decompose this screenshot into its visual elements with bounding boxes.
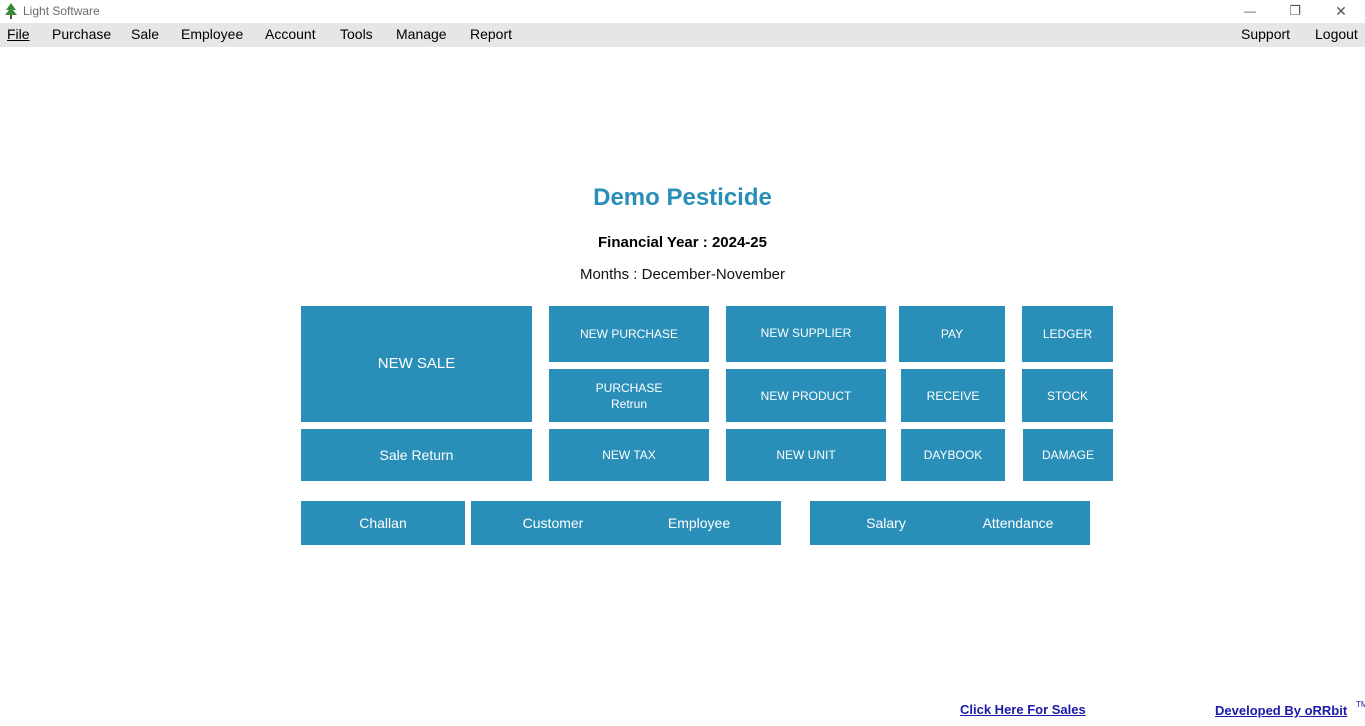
new-tax-label: NEW TAX: [602, 448, 656, 462]
restore-icon: ❐: [1289, 3, 1301, 18]
menu-account[interactable]: Account: [265, 26, 316, 42]
receive-button[interactable]: RECEIVE: [901, 369, 1005, 422]
menu-report[interactable]: Report: [470, 26, 512, 42]
damage-label: DAMAGE: [1041, 448, 1094, 462]
company-name: Demo Pesticide: [593, 184, 772, 211]
stock-label: STOCK: [1046, 388, 1089, 403]
new-sale-button[interactable]: NEW SALE: [301, 306, 532, 422]
tree-icon: [5, 3, 17, 19]
menu-support[interactable]: Support: [1241, 26, 1290, 42]
minimize-icon: —: [1244, 4, 1256, 18]
customer-label: Customer: [522, 515, 584, 531]
purchase-return-label-line2: Retrun: [610, 396, 648, 411]
menu-manage[interactable]: Manage: [396, 26, 447, 42]
challan-label: Challan: [359, 515, 407, 531]
months-range: Months : December-November: [579, 266, 786, 283]
ledger-label: LEDGER: [1042, 327, 1093, 341]
new-purchase-label: NEW PURCHASE: [579, 327, 678, 341]
menu-logout[interactable]: Logout: [1315, 26, 1358, 42]
menu-sale[interactable]: Sale: [131, 26, 159, 42]
pay-button[interactable]: PAY: [899, 306, 1005, 362]
customer-button[interactable]: Customer: [471, 501, 635, 545]
menu-purchase[interactable]: Purchase: [52, 26, 111, 42]
attendance-label: Attendance: [982, 515, 1054, 531]
stock-button[interactable]: STOCK: [1022, 369, 1113, 422]
new-product-label: NEW PRODUCT: [760, 388, 852, 403]
pay-label: PAY: [940, 327, 964, 341]
title-bar: Light Software — ❐ ✕: [0, 0, 1365, 23]
menu-file[interactable]: File: [7, 26, 30, 42]
purchase-return-button[interactable]: PURCHASE Retrun: [549, 369, 709, 422]
employee-button[interactable]: Employee: [617, 501, 781, 545]
menu-employee[interactable]: Employee: [181, 26, 243, 42]
salary-button[interactable]: Salary: [810, 501, 962, 545]
purchase-return-label-line1: PURCHASE: [595, 380, 663, 395]
new-tax-button[interactable]: NEW TAX: [549, 429, 709, 481]
sales-link[interactable]: Click Here For Sales: [960, 702, 1086, 717]
developer-link[interactable]: Developed By oRRbit: [1215, 703, 1347, 718]
salary-label: Salary: [866, 515, 906, 531]
employee-label: Employee: [667, 515, 731, 531]
challan-button[interactable]: Challan: [301, 501, 465, 545]
window-title: Light Software: [23, 4, 100, 18]
sale-return-label: Sale Return: [379, 447, 454, 463]
new-purchase-button[interactable]: NEW PURCHASE: [549, 306, 709, 362]
close-button[interactable]: ✕: [1318, 0, 1364, 22]
daybook-button[interactable]: DAYBOOK: [901, 429, 1005, 481]
menu-bar: File Purchase Sale Employee Account Tool…: [0, 23, 1365, 47]
new-sale-label: NEW SALE: [377, 355, 456, 372]
financial-year: Financial Year : 2024-25: [598, 234, 767, 251]
attendance-button[interactable]: Attendance: [946, 501, 1090, 545]
daybook-label: DAYBOOK: [923, 448, 983, 462]
new-supplier-label: NEW SUPPLIER: [760, 326, 852, 340]
trademark-mark: TM: [1356, 700, 1365, 709]
restore-button[interactable]: ❐: [1272, 0, 1318, 22]
ledger-button[interactable]: LEDGER: [1022, 306, 1113, 362]
close-icon: ✕: [1335, 2, 1347, 19]
menu-tools[interactable]: Tools: [340, 26, 373, 42]
minimize-button[interactable]: —: [1227, 0, 1273, 22]
damage-button[interactable]: DAMAGE: [1023, 429, 1113, 481]
new-supplier-button[interactable]: NEW SUPPLIER: [726, 306, 886, 362]
new-unit-label: NEW UNIT: [776, 448, 836, 462]
sale-return-button[interactable]: Sale Return: [301, 429, 532, 481]
receive-label: RECEIVE: [926, 388, 980, 403]
new-product-button[interactable]: NEW PRODUCT: [726, 369, 886, 422]
new-unit-button[interactable]: NEW UNIT: [726, 429, 886, 481]
